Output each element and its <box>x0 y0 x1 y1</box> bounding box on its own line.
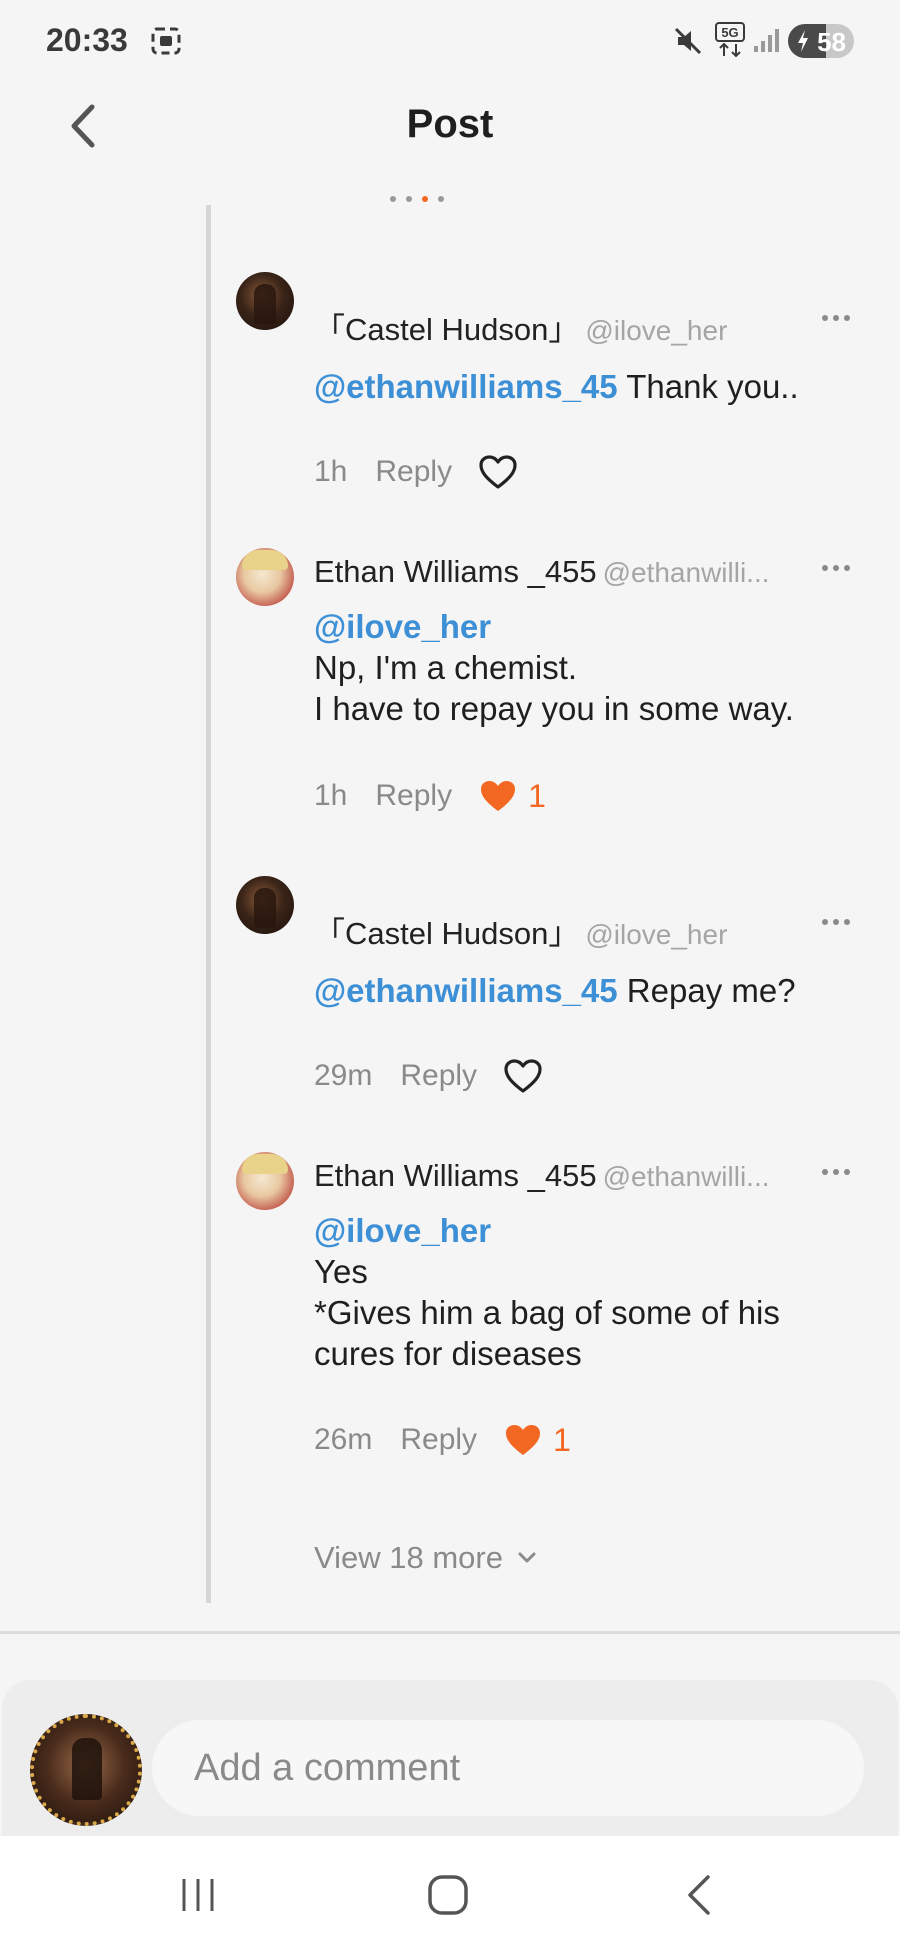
avatar[interactable] <box>236 548 294 606</box>
charging-bolt-icon <box>796 29 810 58</box>
comment-author-handle[interactable]: @ilove_her <box>585 315 727 346</box>
comment-author-handle[interactable]: @ethanwilli... <box>603 557 770 588</box>
comment-header: 「Castel Hudson」 @ilove_her <box>314 908 727 953</box>
system-back-button[interactable] <box>660 1860 740 1930</box>
svg-text:5G: 5G <box>721 25 738 40</box>
comment-item: Ethan Williams _455 @ethanwilli... @ilove… <box>236 548 856 848</box>
chevron-down-icon <box>518 1552 536 1563</box>
comment-item: 「Castel Hudson」 @ilove_her @ethanwilliams… <box>236 272 856 512</box>
like-button[interactable] <box>503 1058 543 1094</box>
comment-header: Ethan Williams _455 @ethanwilli... <box>314 554 770 590</box>
like-button[interactable]: 1 <box>503 1422 571 1459</box>
comment-composer <box>2 1680 898 1840</box>
comment-item: Ethan Williams _455 @ethanwilli... @ilove… <box>236 1152 856 1492</box>
comment-time: 29m <box>314 1059 373 1092</box>
comment-item: 「Castel Hudson」 @ilove_her @ethanwilliams… <box>236 876 856 1116</box>
comment-actions: 1h Reply <box>314 450 518 494</box>
like-button[interactable] <box>478 454 518 490</box>
avatar[interactable] <box>236 1152 294 1210</box>
mute-icon <box>672 26 704 61</box>
comment-author-name[interactable]: 「Castel Hudson」 <box>314 312 579 347</box>
divider <box>0 1631 900 1634</box>
home-icon <box>428 1875 468 1915</box>
heart-icon <box>479 455 517 489</box>
more-options-button[interactable] <box>816 558 856 578</box>
comment-actions: 29m Reply <box>314 1054 543 1098</box>
battery-indicator: 58 <box>788 24 854 58</box>
signal-icon <box>752 28 780 59</box>
battery-level: 58 <box>817 27 846 57</box>
comment-text: @ethanwilliams_45 Thank you.. <box>314 368 799 405</box>
more-options-button[interactable] <box>816 1162 856 1182</box>
current-user-avatar[interactable] <box>30 1714 142 1826</box>
comment-author-handle[interactable]: @ethanwilli... <box>603 1161 770 1192</box>
more-dots-icon <box>822 315 828 321</box>
thread-line <box>206 205 211 1603</box>
more-options-button[interactable] <box>816 308 856 328</box>
comment-actions: 26m Reply 1 <box>314 1418 571 1462</box>
comment-input[interactable] <box>152 1720 864 1816</box>
heart-icon <box>504 1059 542 1093</box>
comment-header: 「Castel Hudson」 @ilove_her <box>314 304 727 349</box>
like-count: 1 <box>553 1421 571 1458</box>
reply-button[interactable]: Reply <box>375 779 452 813</box>
view-more-replies-button[interactable]: View 18 more <box>314 1540 541 1576</box>
comment-author-name[interactable]: 「Castel Hudson」 <box>314 916 579 951</box>
like-count: 1 <box>528 777 546 814</box>
avatar[interactable] <box>236 876 294 934</box>
comment-actions: 1h Reply 1 <box>314 774 546 818</box>
page-header: Post <box>0 80 900 190</box>
reply-button[interactable]: Reply <box>400 1423 477 1457</box>
clipped-previous-actions <box>390 186 550 204</box>
heart-filled-icon <box>506 1425 541 1455</box>
heart-filled-icon <box>481 781 516 811</box>
comment-author-name[interactable]: Ethan Williams _455 <box>314 554 597 589</box>
reply-button[interactable]: Reply <box>375 455 452 489</box>
mention-link[interactable]: @ilove_her <box>314 1212 491 1249</box>
status-bar: 20:33 5G 58 <box>0 0 900 80</box>
more-dots-icon <box>822 919 828 925</box>
system-nav-bar <box>0 1836 900 1950</box>
comment-author-name[interactable]: Ethan Williams _455 <box>314 1158 597 1193</box>
comment-text: @ilove_her Yes *Gives him a bag of some … <box>314 1212 780 1372</box>
more-options-button[interactable] <box>816 912 856 932</box>
like-button[interactable]: 1 <box>478 778 546 815</box>
status-time: 20:33 <box>46 22 128 58</box>
screenshot-icon <box>150 26 182 61</box>
more-dots-icon <box>822 565 828 571</box>
avatar[interactable] <box>236 272 294 330</box>
recent-apps-icon <box>182 1879 214 1911</box>
comment-time: 26m <box>314 1423 373 1456</box>
mention-link[interactable]: @ethanwilliams_45 <box>314 972 618 1009</box>
comment-time: 1h <box>314 779 348 812</box>
comment-time: 1h <box>314 455 348 488</box>
mention-link[interactable]: @ilove_her <box>314 608 491 645</box>
more-dots-icon <box>822 1169 828 1175</box>
comment-header: Ethan Williams _455 @ethanwilli... <box>314 1158 770 1194</box>
page-title: Post <box>406 102 494 146</box>
comment-text: @ethanwilliams_45 Repay me? <box>314 972 796 1009</box>
mention-link[interactable]: @ethanwilliams_45 <box>314 368 618 405</box>
comment-text: @ilove_her Np, I'm a chemist. I have to … <box>314 608 794 727</box>
comment-author-handle[interactable]: @ilove_her <box>585 919 727 950</box>
reply-button[interactable]: Reply <box>400 1059 477 1093</box>
network-5g-icon: 5G <box>714 22 746 63</box>
recent-apps-button[interactable] <box>158 1860 238 1930</box>
home-button[interactable] <box>408 1860 488 1930</box>
view-more-label: View 18 more <box>314 1540 503 1575</box>
back-icon <box>688 1875 710 1915</box>
